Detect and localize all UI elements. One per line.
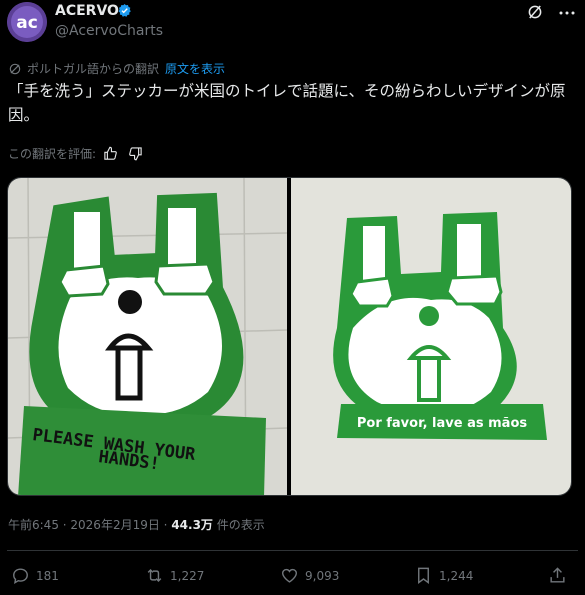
share-button[interactable]	[548, 566, 573, 585]
bookmark-icon	[418, 567, 429, 585]
show-original-link[interactable]: 原文を表示	[165, 60, 225, 77]
share-icon	[550, 567, 565, 583]
svg-text:ac: ac	[16, 13, 38, 33]
author-name[interactable]: ACERVO	[55, 3, 119, 19]
more-options-icon[interactable]	[558, 5, 576, 21]
thumbs-up-icon[interactable]	[103, 146, 118, 161]
like-button[interactable]: 9,093	[280, 566, 339, 585]
translation-notice-text: ポルトガル語からの翻訳	[27, 62, 160, 76]
bookmark-count: 1,244	[439, 568, 474, 583]
right-sticker-text: Por favor, lave as mãos	[357, 416, 528, 431]
translation-notice: ポルトガル語からの翻訳 原文を表示	[8, 60, 225, 77]
like-count: 9,093	[305, 568, 340, 583]
tweet-date[interactable]: 2026年2月19日	[70, 518, 159, 532]
translate-icon	[9, 63, 21, 74]
photo-left[interactable]: PLEASE WASH YOUR HANDS!	[8, 178, 287, 496]
verified-badge-icon	[118, 3, 131, 17]
author-handle[interactable]: @AcervoCharts	[55, 23, 163, 39]
rate-translation-label: この翻訳を評価:	[8, 147, 97, 161]
view-count: 44.3万	[171, 518, 213, 532]
reply-icon	[13, 568, 28, 585]
repost-count: 1,227	[170, 568, 205, 583]
photo-right[interactable]: Por favor, lave as mãos	[291, 178, 572, 496]
repost-button[interactable]: 1,227	[145, 566, 204, 585]
bookmark-button[interactable]: 1,244	[414, 566, 473, 585]
grok-icon[interactable]	[526, 3, 544, 21]
tweet-time[interactable]: 午前6:45	[8, 518, 59, 532]
repost-icon	[147, 568, 162, 583]
tweet-media[interactable]: PLEASE WASH YOUR HANDS! Por favor, lave …	[7, 177, 572, 496]
views-label: 件の表示	[212, 518, 265, 532]
tweet-text: 「手を洗う」ステッカーが米国のトイレで話題に、その紛らわしいデザインが原因。	[8, 82, 566, 124]
thumbs-down-icon[interactable]	[128, 146, 143, 161]
tweet-meta: 午前6:45 · 2026年2月19日 · 44.3万 件の表示	[8, 518, 265, 532]
acervo-logo-icon: ac	[7, 2, 47, 42]
rate-translation: この翻訳を評価:	[8, 145, 143, 162]
avatar[interactable]: ac	[7, 2, 47, 42]
divider	[7, 550, 578, 551]
reply-count: 181	[36, 568, 59, 583]
reply-button[interactable]: 181	[11, 566, 59, 585]
heart-icon	[282, 568, 297, 583]
